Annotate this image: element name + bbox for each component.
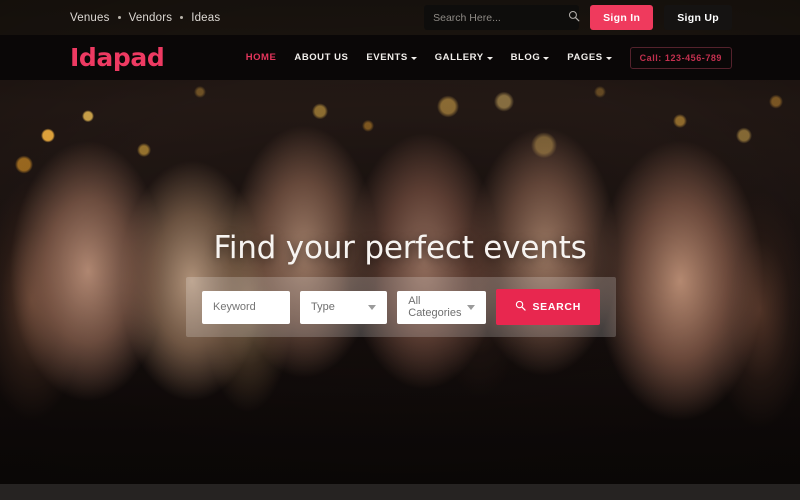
chevron-down-icon xyxy=(410,57,417,60)
page-title: Find your perfect events xyxy=(213,230,587,266)
page-bottom-strip xyxy=(0,484,800,500)
main-nav-links: HOME ABOUT US EVENTS GALLERY BLOG PAGES … xyxy=(246,46,732,69)
sign-in-button[interactable]: Sign In xyxy=(590,5,654,30)
topnav-separator-dot xyxy=(117,16,121,19)
top-secondary-nav: Venues Vendors Ideas xyxy=(70,12,220,24)
search-icon xyxy=(568,9,580,27)
type-select-value: Type xyxy=(311,301,335,313)
category-select-value: All Categories xyxy=(408,295,462,319)
topnav-item-ideas[interactable]: Ideas xyxy=(191,12,220,24)
nav-item-gallery[interactable]: GALLERY xyxy=(435,52,493,63)
header-search-box[interactable] xyxy=(424,5,580,30)
top-bar-actions: Sign In Sign Up xyxy=(424,5,732,30)
search-icon xyxy=(515,300,527,314)
nav-item-pages[interactable]: PAGES xyxy=(567,52,612,63)
search-submit-label: SEARCH xyxy=(532,301,581,313)
category-select[interactable]: All Categories xyxy=(397,290,487,324)
chevron-down-icon xyxy=(368,304,377,310)
chevron-down-icon xyxy=(543,57,550,60)
site-logo[interactable]: Idapad xyxy=(70,43,165,72)
nav-item-pages-label: PAGES xyxy=(567,52,603,63)
header-search-input[interactable] xyxy=(433,11,569,24)
nav-item-home[interactable]: HOME xyxy=(246,52,277,63)
keyword-input[interactable] xyxy=(202,290,290,324)
sign-up-button[interactable]: Sign Up xyxy=(664,5,732,30)
main-navigation-bar: Idapad HOME ABOUT US EVENTS GALLERY BLOG… xyxy=(0,35,800,80)
top-utility-bar: Venues Vendors Ideas Sign In Sign Up xyxy=(0,0,800,35)
search-submit-button[interactable]: SEARCH xyxy=(496,289,600,325)
nav-item-events-label: EVENTS xyxy=(366,52,408,63)
topnav-item-vendors[interactable]: Vendors xyxy=(129,12,173,24)
type-select[interactable]: Type xyxy=(300,290,388,324)
nav-item-home-label: HOME xyxy=(245,52,277,63)
nav-item-about-us[interactable]: ABOUT US xyxy=(294,52,348,63)
call-phone-button[interactable]: Call: 123-456-789 xyxy=(629,46,732,69)
nav-item-blog-label: BLOG xyxy=(510,52,541,63)
chevron-down-icon xyxy=(467,304,476,310)
chevron-down-icon xyxy=(486,57,493,60)
nav-item-gallery-label: GALLERY xyxy=(434,52,484,63)
page-root: Venues Vendors Ideas Sign In Sign Up Ida… xyxy=(0,0,800,500)
nav-item-blog[interactable]: BLOG xyxy=(511,52,550,63)
chevron-down-icon xyxy=(605,57,612,60)
nav-item-events[interactable]: EVENTS xyxy=(366,52,417,63)
topnav-item-venues[interactable]: Venues xyxy=(70,12,110,24)
nav-item-about-us-label: ABOUT US xyxy=(294,52,349,63)
event-search-form: Type All Categories SEARCH xyxy=(186,277,616,337)
topnav-separator-dot xyxy=(180,16,184,19)
